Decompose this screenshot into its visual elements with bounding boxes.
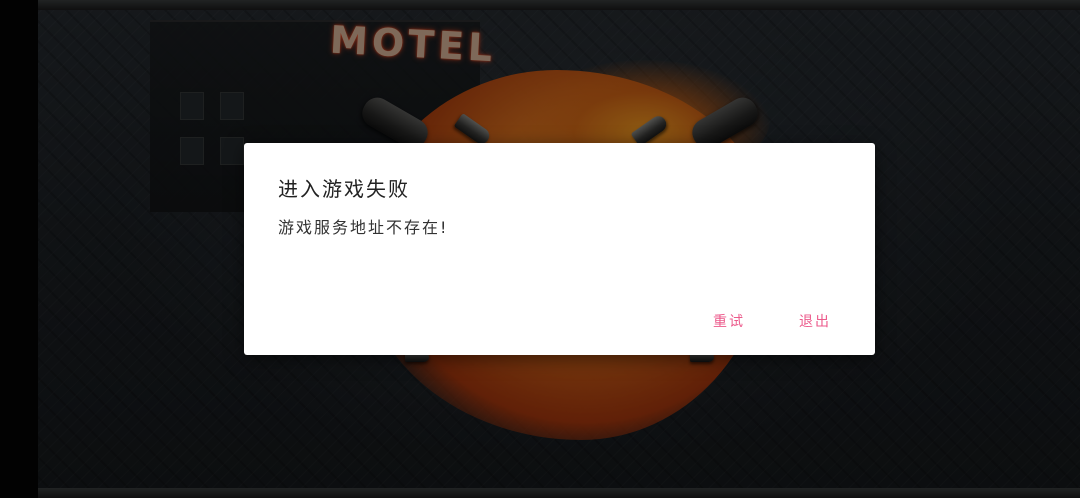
retry-button[interactable]: 重试	[707, 307, 751, 335]
exit-button[interactable]: 退出	[793, 307, 837, 335]
game-screen: MOTEL 进入游戏失败 游戏服务地址不存在! 重试 退出	[0, 0, 1080, 498]
dialog-message: 游戏服务地址不存在!	[278, 218, 449, 237]
dialog-title: 进入游戏失败	[278, 177, 410, 201]
error-dialog: 进入游戏失败 游戏服务地址不存在! 重试 退出	[244, 143, 875, 355]
